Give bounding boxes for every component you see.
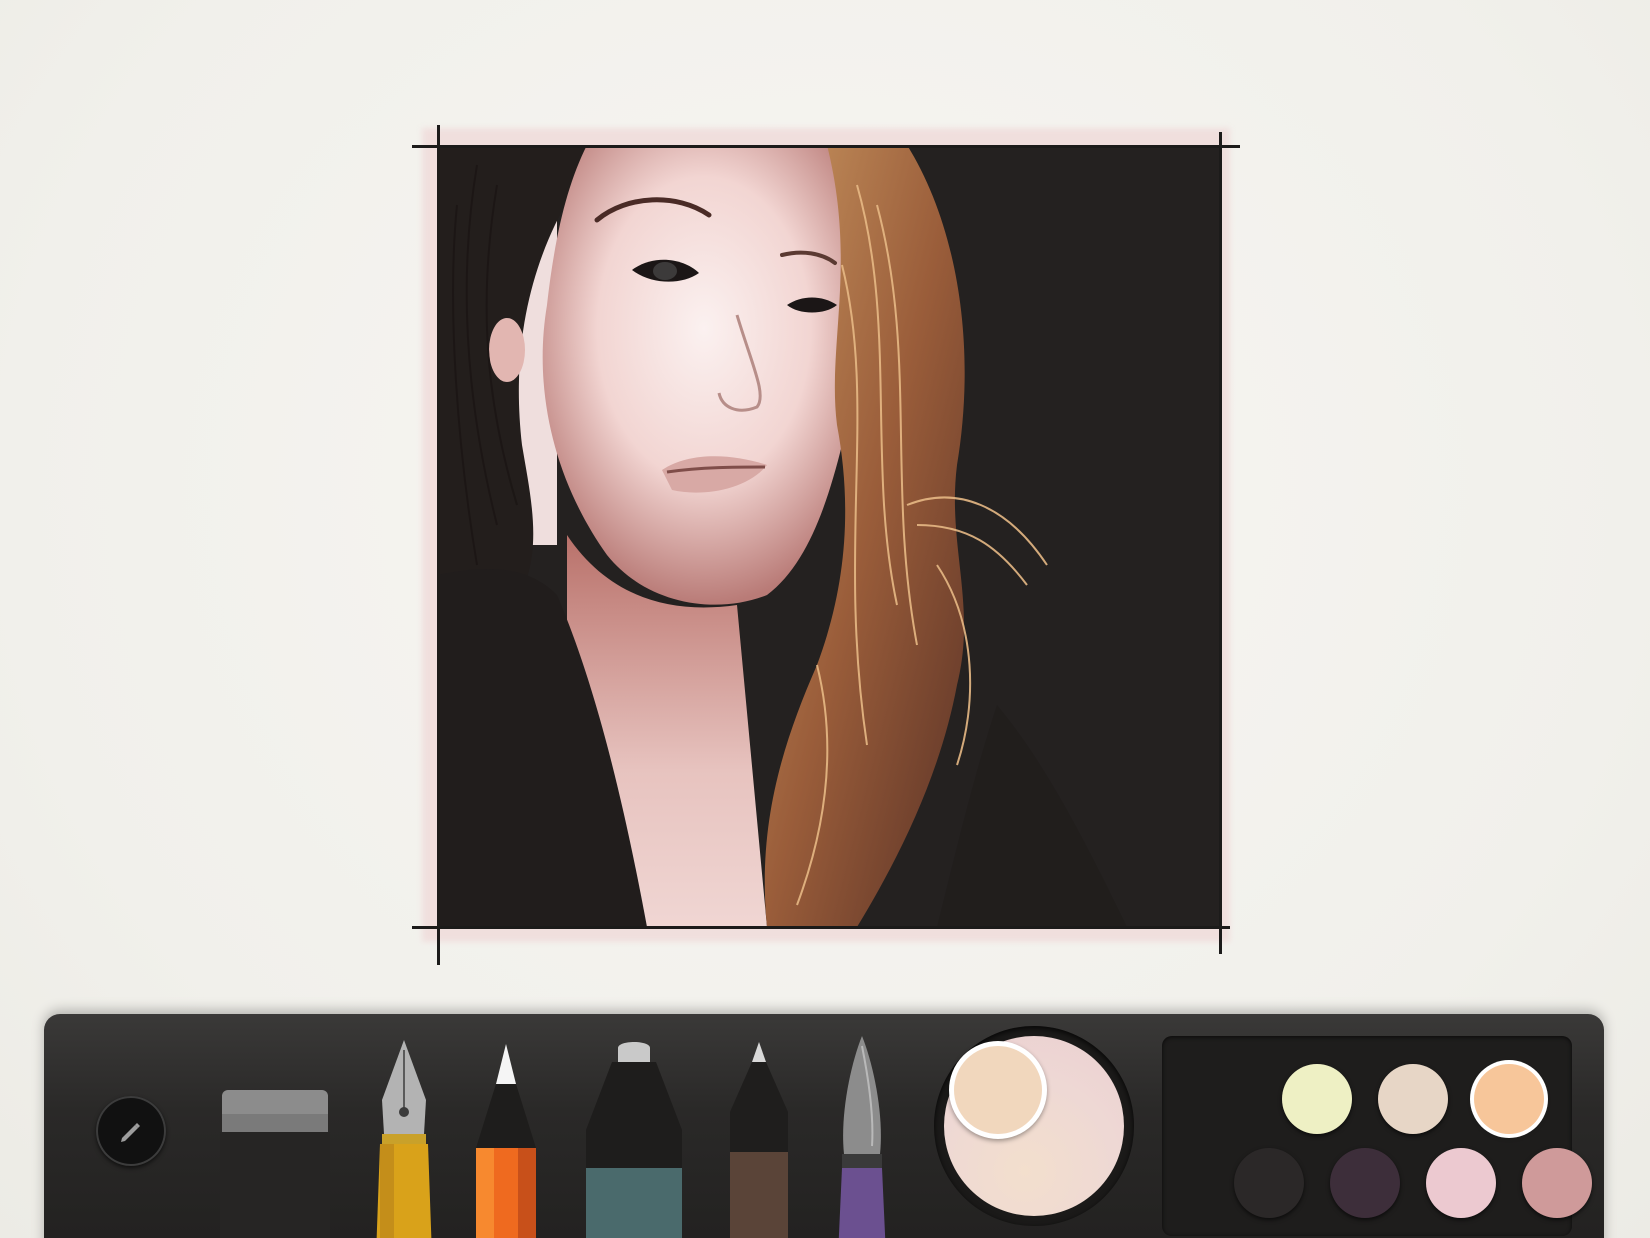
pencil-icon [476, 1044, 536, 1238]
brush-icon [838, 1036, 886, 1238]
pencil-tool[interactable] [474, 1044, 538, 1238]
pen-icon [730, 1042, 788, 1238]
color-mixer[interactable] [934, 1026, 1134, 1226]
eraser-tool[interactable] [220, 1086, 330, 1238]
current-color-swatch[interactable] [949, 1041, 1047, 1139]
swatch-beige[interactable] [1378, 1064, 1448, 1134]
watercolor-brush-tool[interactable] [834, 1036, 890, 1238]
portrait-artwork [437, 145, 1222, 927]
marker-tool[interactable] [582, 1040, 686, 1238]
swatch-light-pink[interactable] [1426, 1148, 1496, 1218]
color-palette [1162, 1036, 1592, 1236]
swatch-pale-yellow[interactable] [1282, 1064, 1352, 1134]
swatch-dusty-rose[interactable] [1522, 1148, 1592, 1218]
swatch-plum[interactable] [1330, 1148, 1400, 1218]
frame-line-top [412, 145, 1240, 148]
paper-app [0, 0, 1650, 1238]
eraser-icon [220, 1090, 330, 1238]
pencil-icon [121, 1123, 140, 1142]
drawing-canvas[interactable] [0, 0, 1650, 990]
tool-tray [44, 1014, 1604, 1238]
swatch-charcoal[interactable] [1234, 1148, 1304, 1218]
fountain-pen-tool[interactable] [374, 1040, 434, 1238]
fountain-pen-icon [376, 1040, 432, 1238]
portrait-sketch [437, 145, 1222, 927]
tool-options-button[interactable] [96, 1096, 166, 1166]
frame-line-left [437, 125, 440, 965]
marker-icon [586, 1042, 682, 1238]
frame-line-bottom [412, 926, 1230, 929]
frame-line-right [1219, 132, 1222, 954]
outline-pen-tool[interactable] [726, 1042, 792, 1238]
swatch-peach[interactable] [1474, 1064, 1544, 1134]
